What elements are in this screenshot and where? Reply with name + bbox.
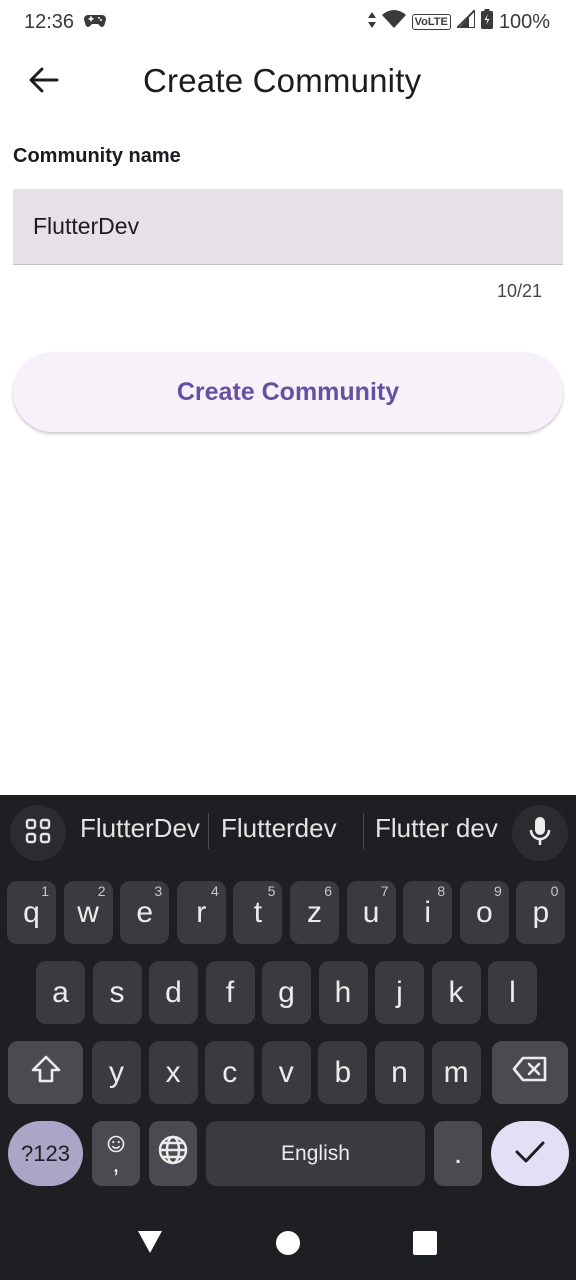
key-hint: 7 (380, 883, 389, 899)
volte-badge: VoLTE (411, 14, 451, 30)
key-hint: 4 (211, 883, 219, 899)
status-bar: 12:36 VoLTE 100% (0, 0, 576, 44)
status-time: 12:36 (24, 10, 75, 33)
suggestion-2[interactable]: Flutterdev (221, 813, 337, 844)
key-hint: 8 (437, 883, 446, 899)
screen: 12:36 VoLTE 100% Create Community Commun… (0, 0, 576, 1280)
key-z[interactable]: z6 (290, 881, 339, 944)
enter-key[interactable] (491, 1121, 569, 1186)
voice-input-button[interactable] (512, 805, 568, 861)
globe-icon (157, 1134, 189, 1174)
key-r[interactable]: r4 (176, 881, 226, 944)
character-counter: 10/21 (496, 281, 542, 301)
arrow-left-icon (29, 67, 59, 98)
signal-icon (454, 7, 476, 34)
triangle-back-icon (136, 1231, 164, 1259)
key-p[interactable]: p0 (516, 881, 566, 944)
key-f[interactable]: f (205, 961, 255, 1024)
status-left: 12:36 (24, 10, 107, 34)
shift-key[interactable] (8, 1041, 83, 1104)
key-label: p (532, 895, 550, 929)
back-button[interactable] (24, 62, 64, 102)
key-k[interactable]: k (431, 961, 481, 1024)
key-g[interactable]: g (262, 961, 311, 1024)
gamepad-icon (84, 11, 107, 34)
status-right: VoLTE 100% (367, 7, 550, 35)
key-w[interactable]: w2 (63, 881, 113, 944)
key-label: t (253, 895, 263, 929)
period-key[interactable]: . (434, 1121, 482, 1186)
navigation-bar (0, 1205, 576, 1280)
key-l[interactable]: l (488, 961, 537, 1024)
nav-recents-button[interactable] (411, 1229, 439, 1257)
key-s[interactable]: s (92, 961, 142, 1024)
suggestion-strip: FlutterDev Flutterdev Flutter dev (0, 795, 576, 867)
symbols-key[interactable]: ?123 (8, 1121, 83, 1186)
key-hint: 0 (550, 883, 559, 899)
microphone-icon (529, 816, 551, 851)
key-label: i (424, 895, 432, 929)
key-v[interactable]: v (261, 1041, 311, 1104)
square-recents-icon (411, 1231, 439, 1261)
key-label: q (23, 895, 40, 929)
wifi-icon (381, 10, 406, 34)
key-d[interactable]: d (149, 961, 198, 1024)
key-b[interactable]: b (318, 1041, 368, 1104)
nav-home-button[interactable] (274, 1229, 302, 1257)
emoji-comma-key[interactable]: , (92, 1121, 140, 1186)
checkmark-icon (515, 1137, 545, 1171)
key-j[interactable]: j (375, 961, 424, 1024)
key-label: z (307, 895, 322, 929)
create-community-button[interactable]: Create Community (13, 352, 563, 432)
suggestion-divider (208, 813, 209, 849)
key-hint: 2 (97, 883, 106, 899)
key-q[interactable]: q1 (7, 881, 56, 944)
comma-label: , (112, 1147, 120, 1178)
suggestion-3[interactable]: Flutter dev (375, 813, 498, 844)
community-name-label: Community name (13, 145, 181, 167)
key-u[interactable]: u7 (346, 881, 396, 944)
key-hint: 9 (494, 883, 502, 899)
suggestion-1[interactable]: FlutterDev (80, 813, 200, 844)
page-title: Create Community (143, 62, 422, 99)
key-n[interactable]: n (375, 1041, 424, 1104)
shift-icon (30, 1054, 62, 1092)
nav-back-button[interactable] (136, 1229, 164, 1257)
key-m[interactable]: m (431, 1041, 481, 1104)
key-h[interactable]: h (318, 961, 368, 1024)
key-hint: 6 (324, 883, 332, 899)
battery-percent: 100% (498, 10, 550, 33)
keyboard-apps-button[interactable] (10, 805, 66, 861)
app-bar: Create Community (0, 44, 576, 120)
grid-icon (25, 818, 51, 849)
community-name-field[interactable] (13, 189, 563, 265)
key-e[interactable]: e3 (120, 881, 170, 944)
key-label: u (362, 895, 380, 929)
key-c[interactable]: c (205, 1041, 255, 1104)
language-key[interactable] (149, 1121, 197, 1186)
battery-icon (480, 9, 493, 35)
key-y[interactable]: y (92, 1041, 141, 1104)
key-label: w (77, 895, 99, 929)
suggestion-divider (363, 813, 364, 849)
circle-home-icon (274, 1231, 302, 1261)
key-label: e (136, 895, 154, 929)
space-key[interactable]: English (206, 1121, 425, 1186)
key-o[interactable]: o9 (459, 881, 509, 944)
backspace-icon (512, 1056, 548, 1090)
key-x[interactable]: x (148, 1041, 198, 1104)
key-hint: 5 (267, 883, 276, 899)
community-name-input[interactable] (33, 213, 563, 240)
key-hint: 1 (41, 883, 49, 899)
key-hint: 3 (154, 883, 163, 899)
key-a[interactable]: a (36, 961, 85, 1024)
key-t[interactable]: t5 (233, 881, 283, 944)
soft-keyboard: FlutterDev Flutterdev Flutter dev q1w2e3… (0, 795, 576, 1205)
data-arrows-icon (367, 11, 376, 34)
key-i[interactable]: i8 (403, 881, 453, 944)
key-label: o (475, 895, 493, 929)
backspace-key[interactable] (492, 1041, 568, 1104)
key-label: r (196, 895, 207, 929)
